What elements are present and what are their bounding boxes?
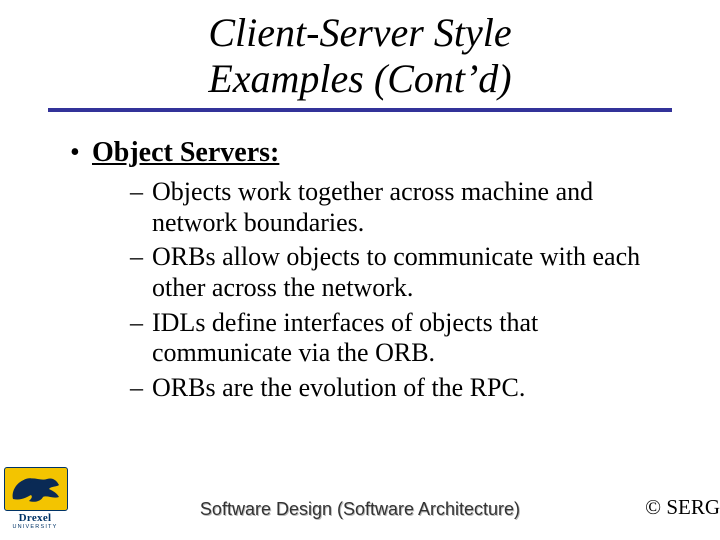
list-item: – IDLs define interfaces of objects that… [130, 308, 660, 369]
footer-copyright: © SERG [645, 495, 720, 520]
bullet-marker: • [70, 136, 92, 169]
title-line-2: Examples (Cont’d) [0, 56, 720, 102]
dash-icon: – [130, 373, 152, 404]
bullet-object-servers: • Object Servers: [70, 136, 680, 169]
dash-icon: – [130, 308, 152, 369]
bullet-text: Object Servers: [92, 136, 279, 169]
logo-subtitle: UNIVERSITY [4, 524, 66, 530]
list-item: – ORBs are the evolution of the RPC. [130, 373, 660, 404]
list-item-text: IDLs define interfaces of objects that c… [152, 308, 660, 369]
slide-footer: Drexel UNIVERSITY Software Design (Softw… [0, 476, 720, 532]
slide: Client-Server Style Examples (Cont’d) • … [0, 0, 720, 540]
list-item-text: ORBs allow objects to communicate with e… [152, 242, 660, 303]
list-item-text: ORBs are the evolution of the RPC. [152, 373, 525, 404]
list-item-text: Objects work together across machine and… [152, 177, 660, 238]
sub-bullet-list: – Objects work together across machine a… [130, 177, 660, 404]
dash-icon: – [130, 177, 152, 238]
footer-center-text: Software Design (Software Architecture) [0, 499, 720, 520]
dash-icon: – [130, 242, 152, 303]
list-item: – ORBs allow objects to communicate with… [130, 242, 660, 303]
slide-body: • Object Servers: – Objects work togethe… [0, 112, 720, 404]
slide-title: Client-Server Style Examples (Cont’d) [0, 0, 720, 102]
list-item: – Objects work together across machine a… [130, 177, 660, 238]
title-line-1: Client-Server Style [0, 10, 720, 56]
